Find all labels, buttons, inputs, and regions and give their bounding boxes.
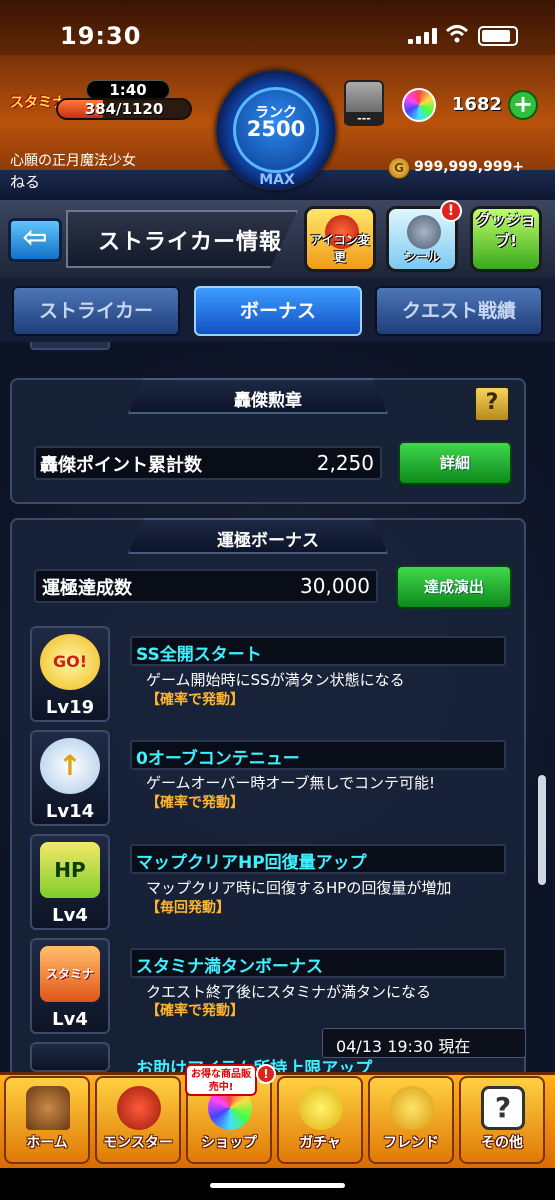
shop-promo-badge: お得な商品販売中! (185, 1064, 257, 1096)
bonus-description: ゲームオーバー時オーブ無しでコンテ可能! (146, 774, 436, 792)
add-orb-button[interactable]: + (508, 90, 538, 120)
bonus-level: Lv19 (45, 697, 95, 718)
page-title: ストライカー情報 (98, 230, 283, 255)
nav-friend[interactable]: フレンド (368, 1076, 454, 1164)
gold-value: 999,999,999+ (414, 159, 525, 175)
luck-count-label: 運極達成数 (42, 578, 132, 599)
good-job-button[interactable]: グッジョブ! (470, 206, 542, 272)
medal-points-label: 轟傑ポイント累計数 (40, 455, 202, 476)
bonus-name: マップクリアHP回復量アップ (136, 853, 367, 873)
rank-value: 2500 (246, 117, 306, 141)
bonus-trigger: 【毎回発動】 (146, 900, 230, 916)
other-icon: ? (481, 1086, 525, 1130)
monster-icon (117, 1086, 161, 1130)
rank-max-label: MAX (259, 172, 295, 188)
bonus-description: マップクリア時に回復するHPの回復量が増加 (146, 879, 452, 897)
home-indicator[interactable] (210, 1183, 345, 1188)
icon-change-button[interactable]: アイコン変更 (304, 206, 376, 272)
dragon-icon (407, 215, 441, 249)
bonus-icon-stamina-full: スタミナ Lv4 (30, 938, 110, 1034)
winged-arrow-icon: ↑ (40, 738, 100, 794)
bonus-level: Lv14 (45, 801, 95, 822)
luck-count-value: 30,000 (300, 574, 370, 598)
gold-coin-icon: G (388, 157, 410, 179)
bonus-trigger: 【確率で発動】 (146, 1003, 244, 1019)
gacha-icon (299, 1086, 343, 1130)
bonus-description: ゲーム開始時にSSが満タン状態になる (146, 671, 405, 689)
player-name: ねる (10, 173, 41, 191)
bonus-icon-ss-start: GO! Lv19 (30, 626, 110, 722)
tab-quest-record[interactable]: クエスト戦績 (375, 286, 543, 336)
previous-item-fragment (30, 342, 110, 350)
medal-title: 轟傑勲章 (234, 391, 302, 411)
back-button[interactable]: ⇦ (8, 218, 62, 262)
shop-alert-badge: ! (256, 1064, 276, 1084)
go-icon: GO! (40, 634, 100, 690)
wifi-icon (445, 24, 469, 44)
home-icon (26, 1086, 70, 1130)
bonus-name: SS全開スタート (136, 645, 262, 665)
hp-icon: HP (40, 842, 100, 898)
datetime-label: 04/13 19:30 現在 (336, 1037, 471, 1056)
clock: 19:30 (60, 22, 142, 50)
nav-gacha[interactable]: ガチャ (277, 1076, 363, 1164)
tab-bonus[interactable]: ボーナス (194, 286, 362, 336)
bonus-icon-item-limit (30, 1042, 110, 1072)
stamina-bonus-icon: スタミナ (40, 946, 100, 1002)
stamina-timer: 1:40 (109, 81, 147, 99)
orb-icon (402, 88, 436, 122)
friend-icon (390, 1086, 434, 1130)
signal-icon (408, 28, 438, 44)
help-button[interactable]: ? (474, 386, 510, 422)
bonus-name: スタミナ満タンボーナス (136, 957, 323, 977)
scrollbar[interactable] (538, 775, 546, 885)
orb-count: 1682 (451, 94, 502, 115)
bonus-trigger: 【確率で発動】 (146, 795, 244, 811)
bonus-description: クエスト終了後にスタミナが満タンになる (146, 983, 432, 1001)
player-title: 心願の正月魔法少女 (10, 153, 136, 169)
detail-button[interactable]: 詳細 (398, 441, 512, 485)
medal-points-value: 2,250 (316, 451, 374, 475)
nav-other[interactable]: ? その他 (459, 1076, 545, 1164)
achievement-effect-button[interactable]: 達成演出 (396, 565, 512, 609)
bonus-name: 0オーブコンテニュー (136, 749, 300, 769)
nav-home[interactable]: ホーム (4, 1076, 90, 1164)
battery-icon (478, 26, 518, 46)
bonus-icon-hp-recovery: HP Lv4 (30, 834, 110, 930)
bonus-trigger: 【確率で発動】 (146, 692, 244, 708)
seal-alert-badge: ! (440, 200, 462, 222)
bonus-level: Lv4 (52, 1009, 88, 1030)
tab-striker[interactable]: ストライカー (12, 286, 180, 336)
stamina-value: 384/1120 (84, 100, 164, 118)
bonus-level: Lv4 (52, 905, 88, 926)
seal-value: --- (344, 112, 384, 125)
back-arrow-icon: ⇦ (22, 220, 48, 255)
luck-bonus-title: 運極ボーナス (217, 531, 319, 551)
bonus-icon-orb-continue: ↑ Lv14 (30, 730, 110, 826)
nav-monster[interactable]: モンスター (95, 1076, 181, 1164)
